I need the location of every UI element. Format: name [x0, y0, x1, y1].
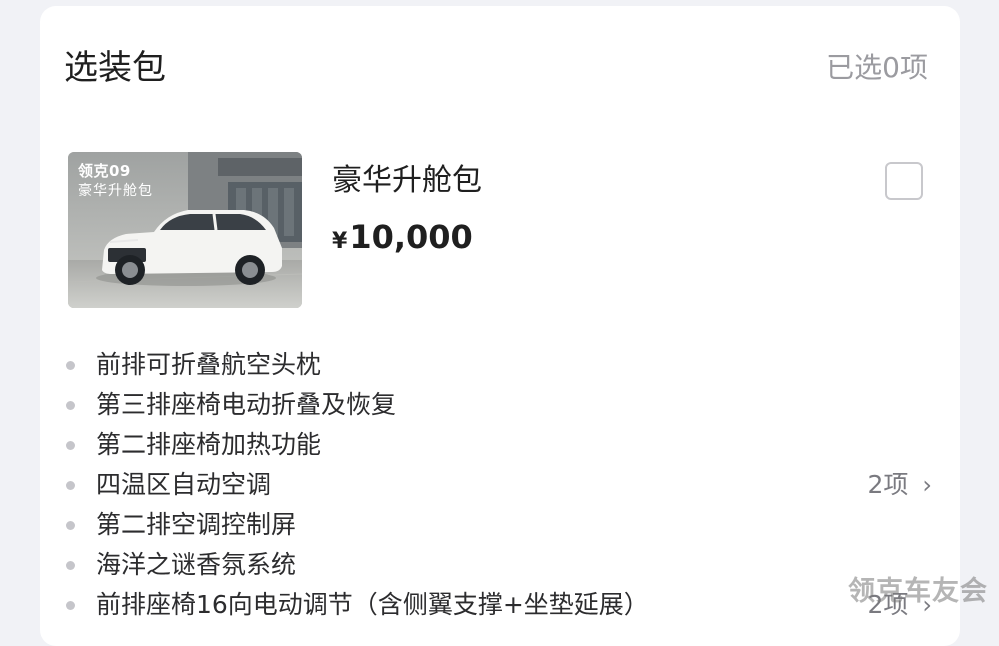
feature-item: 四温区自动空调 2项 ›: [66, 465, 936, 505]
feature-label: 前排可折叠航空头枕: [96, 350, 322, 379]
feature-label: 四温区自动空调: [96, 470, 272, 499]
feature-more-count: 2项: [867, 470, 909, 499]
price-value: 10,000: [349, 218, 473, 256]
section-title: 选装包: [64, 48, 166, 88]
feature-item: 第三排座椅电动折叠及恢复: [66, 385, 936, 425]
chevron-right-icon: ›: [922, 471, 932, 499]
bullet-icon: [66, 561, 75, 570]
package-image-brand: 领克09: [78, 162, 131, 180]
option-package-card: 选装包 已选0项 领克09 豪华升舱包 豪华升舱包 ¥10,000 前排可折叠航…: [40, 6, 960, 646]
package-image[interactable]: 领克09 豪华升舱包: [68, 152, 302, 308]
watermark: 领克车友会: [848, 576, 988, 607]
feature-label: 第二排座椅加热功能: [96, 430, 322, 459]
bullet-icon: [66, 521, 75, 530]
package-price: ¥10,000: [332, 216, 473, 263]
bullet-icon: [66, 601, 75, 610]
checkbox-unchecked-icon[interactable]: [885, 162, 923, 200]
package-image-subtitle: 豪华升舱包: [78, 183, 153, 199]
feature-label: 第二排空调控制屏: [96, 510, 297, 539]
bullet-icon: [66, 481, 75, 490]
currency-symbol: ¥: [332, 229, 348, 254]
selected-count: 已选0项: [826, 51, 928, 84]
feature-item: 第二排空调控制屏: [66, 505, 936, 545]
feature-item: 第二排座椅加热功能: [66, 425, 936, 465]
bullet-icon: [66, 441, 75, 450]
feature-label: 第三排座椅电动折叠及恢复: [96, 390, 397, 419]
bullet-icon: [66, 401, 75, 410]
feature-list: 前排可折叠航空头枕 第三排座椅电动折叠及恢复 第二排座椅加热功能 四温区自动空调…: [66, 345, 936, 625]
feature-item: 海洋之谜香氛系统: [66, 545, 936, 585]
feature-label: 海洋之谜香氛系统: [96, 550, 297, 579]
feature-item: 前排可折叠航空头枕: [66, 345, 936, 385]
bullet-icon: [66, 361, 75, 370]
feature-label: 前排座椅16向电动调节（含侧翼支撑+坐垫延展）: [96, 590, 649, 619]
package-name: 豪华升舱包: [332, 163, 482, 198]
feature-item: 前排座椅16向电动调节（含侧翼支撑+坐垫延展） 2项 ›: [66, 585, 936, 625]
feature-more-link[interactable]: 2项 ›: [867, 465, 932, 505]
